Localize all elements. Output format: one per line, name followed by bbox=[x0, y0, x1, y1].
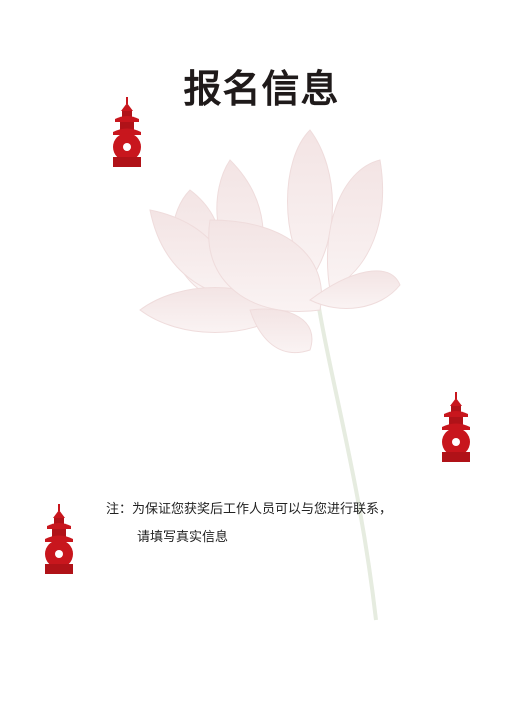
notice-line-1: 注：为保证您获奖后工作人员可以与您进行联系， bbox=[106, 502, 393, 517]
page-title: 报名信息 bbox=[183, 67, 340, 111]
pagoda-icon-right bbox=[442, 392, 470, 462]
city-skyline-decoration bbox=[0, 552, 522, 712]
